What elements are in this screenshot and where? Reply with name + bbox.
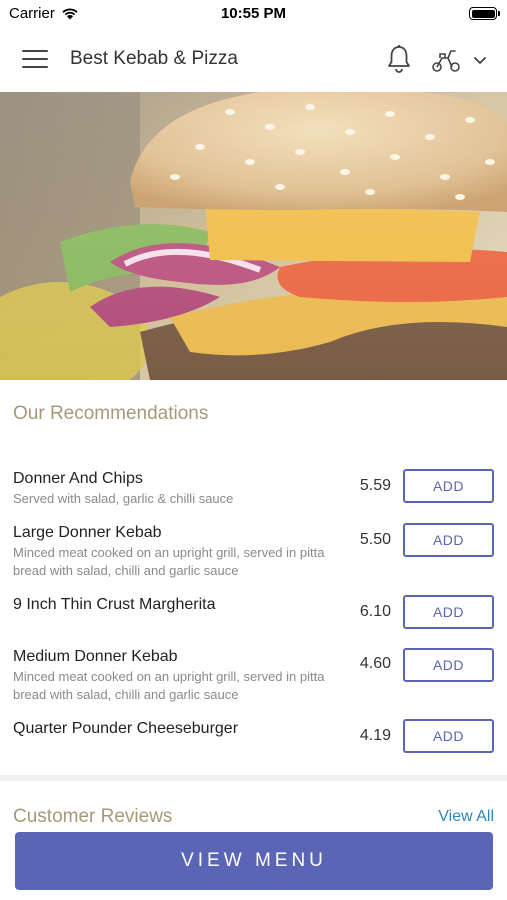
add-button[interactable]: ADD <box>403 469 494 503</box>
chevron-down-icon[interactable] <box>472 52 488 68</box>
item-name: Medium Donner Kebab <box>13 648 178 665</box>
item-description: Minced meat cooked on an upright grill, … <box>13 545 325 578</box>
restaurant-title: Best Kebab & Pizza <box>70 48 238 69</box>
add-button[interactable]: ADD <box>403 719 494 753</box>
add-button[interactable]: ADD <box>403 523 494 557</box>
item-price: 4.60 <box>359 655 391 672</box>
item-price: 5.50 <box>359 531 391 548</box>
item-name: Donner And Chips <box>13 470 143 487</box>
add-button[interactable]: ADD <box>403 595 494 629</box>
hero-burger-image <box>0 92 507 380</box>
recommendations-heading: Our Recommendations <box>13 403 209 424</box>
bell-icon[interactable] <box>385 44 413 74</box>
add-button[interactable]: ADD <box>403 648 494 682</box>
item-name: Large Donner Kebab <box>13 524 162 541</box>
delivery-scooter-icon[interactable] <box>430 46 462 74</box>
status-bar: Carrier 10:55 PM <box>0 0 507 28</box>
status-time: 10:55 PM <box>220 5 287 22</box>
item-price: 5.59 <box>359 477 391 494</box>
view-menu-button[interactable]: VIEW MENU <box>15 832 493 890</box>
section-divider <box>0 775 507 781</box>
menu-icon[interactable] <box>22 50 48 70</box>
item-description: Minced meat cooked on an upright grill, … <box>13 669 325 702</box>
item-price: 6.10 <box>359 603 391 620</box>
item-description: Served with salad, garlic & chilli sauce <box>13 491 234 506</box>
battery-icon <box>469 7 500 20</box>
item-price: 4.19 <box>359 727 391 744</box>
app-header: Best Kebab & Pizza <box>0 28 507 92</box>
item-name: Quarter Pounder Cheeseburger <box>13 720 239 737</box>
item-name: 9 Inch Thin Crust Margherita <box>13 596 216 613</box>
